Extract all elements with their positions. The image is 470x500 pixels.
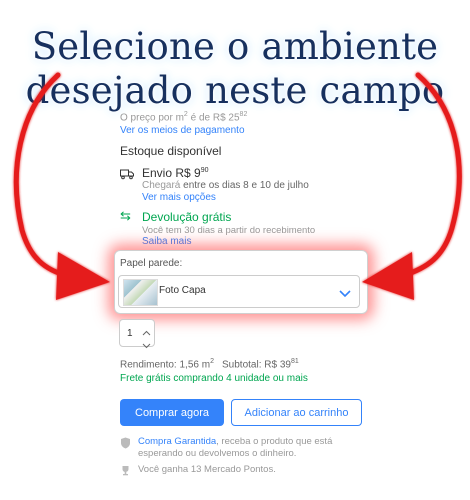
annotation-arrows: [13, 72, 462, 300]
right-arrow-icon: [362, 72, 462, 300]
left-arrow-icon: [13, 72, 110, 300]
